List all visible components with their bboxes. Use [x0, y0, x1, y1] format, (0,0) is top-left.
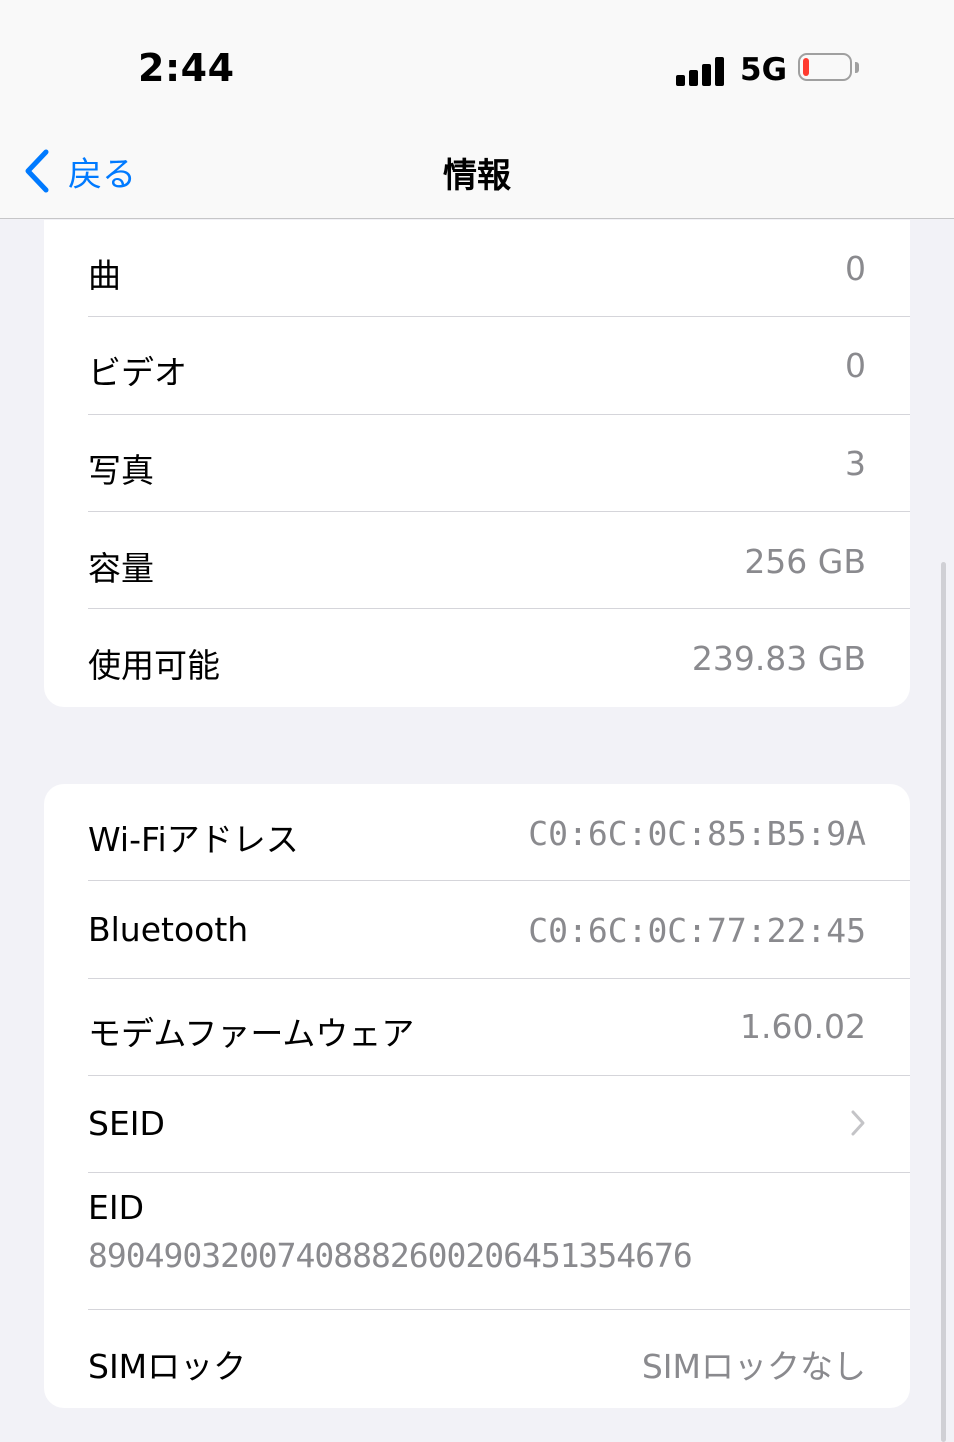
list-item-wifi-address[interactable]: Wi-Fiアドレス C0:6C:0C:85:B5:9A: [44, 784, 910, 881]
scrollbar[interactable]: [941, 562, 946, 1442]
list-item-songs: 曲 0: [44, 220, 910, 317]
cellular-signal-icon: [676, 56, 726, 86]
row-label: Wi-Fiアドレス: [88, 820, 299, 859]
row-value: 239.83 GB: [691, 639, 866, 678]
modem-firmware-value: 1.60.02: [740, 1007, 866, 1046]
row-label: SIMロック: [88, 1347, 247, 1386]
list-item-sim-lock[interactable]: SIMロック SIMロックなし: [44, 1310, 910, 1408]
row-label: 曲: [88, 256, 121, 295]
list-item-available: 使用可能 239.83 GB: [44, 609, 910, 707]
wifi-address-value: C0:6C:0C:85:B5:9A: [528, 814, 866, 853]
sim-lock-value: SIMロックなし: [641, 1347, 866, 1386]
list-item-videos: ビデオ 0: [44, 317, 910, 415]
media-info-card: 曲 0 ビデオ 0 写真 3 容量 256 GB 使用可能 239.83 GB: [44, 220, 910, 707]
bluetooth-address-value: C0:6C:0C:77:22:45: [528, 911, 866, 950]
list-item-seid[interactable]: SEID: [44, 1076, 910, 1173]
row-value: 3: [845, 444, 866, 483]
row-label: Bluetooth: [88, 910, 249, 949]
row-label: 写真: [88, 451, 154, 490]
list-item-bluetooth[interactable]: Bluetooth C0:6C:0C:77:22:45: [44, 881, 910, 979]
row-label: 使用可能: [88, 646, 220, 685]
row-label: EID: [88, 1188, 144, 1227]
row-value: 0: [845, 346, 866, 385]
page-title: 情報: [443, 156, 511, 196]
row-label: モデムファームウェア: [88, 1014, 415, 1053]
row-label: SEID: [88, 1104, 165, 1143]
network-type: 5G: [740, 52, 788, 88]
row-value: 0: [845, 249, 866, 288]
row-value: 256 GB: [744, 542, 866, 581]
row-label: 容量: [88, 549, 154, 588]
eid-value: 89049032007408882600206451354676: [88, 1236, 693, 1275]
status-time: 2:44: [138, 46, 235, 90]
network-info-card: Wi-Fiアドレス C0:6C:0C:85:B5:9A Bluetooth C0…: [44, 784, 910, 1408]
battery-icon: [798, 53, 859, 84]
navigation-header: 2:44 5G 戻る 情報: [0, 0, 954, 219]
list-item-photos: 写真 3: [44, 415, 910, 512]
chevron-right-icon: [851, 1110, 865, 1136]
list-item-eid[interactable]: EID 89049032007408882600206451354676: [44, 1173, 910, 1310]
list-item-capacity: 容量 256 GB: [44, 512, 910, 609]
list-item-modem-firmware[interactable]: モデムファームウェア 1.60.02: [44, 979, 910, 1076]
row-label: ビデオ: [88, 353, 187, 392]
